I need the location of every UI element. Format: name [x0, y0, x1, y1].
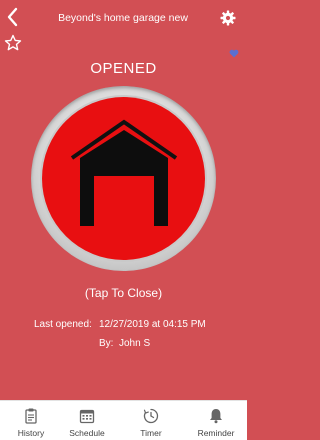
- tab-history[interactable]: History: [0, 401, 62, 440]
- tab-timer[interactable]: Timer: [120, 401, 182, 440]
- tap-to-close-hint: (Tap To Close): [84, 286, 163, 300]
- tab-label: Reminder: [197, 428, 235, 438]
- tab-bar: History Schedule Timer Reminder: [0, 400, 247, 440]
- page-title: Beyond's home garage new: [58, 12, 188, 24]
- last-opened-label: Last opened:: [34, 319, 92, 330]
- by-value: John S: [119, 338, 151, 349]
- top-bar: Beyond's home garage new: [0, 0, 247, 36]
- clipboard-icon: [22, 407, 40, 425]
- star-icon[interactable]: [4, 34, 22, 52]
- bell-icon: [207, 407, 225, 425]
- tab-label: Schedule: [69, 428, 105, 438]
- door-status: OPENED: [90, 60, 157, 77]
- heart-icon[interactable]: [229, 45, 239, 58]
- last-opened-value: 12/27/2019 at 04:15 PM: [99, 319, 206, 330]
- calendar-icon: [78, 407, 96, 425]
- tab-reminder[interactable]: Reminder: [185, 401, 247, 440]
- tab-label: Timer: [140, 428, 162, 438]
- chevron-left-icon[interactable]: [4, 6, 22, 28]
- by-label: By:: [99, 338, 114, 349]
- timer-icon: [142, 407, 160, 425]
- tab-label: History: [17, 428, 45, 438]
- gear-icon[interactable]: [220, 10, 236, 26]
- garage-icon[interactable]: [68, 118, 180, 228]
- tab-schedule[interactable]: Schedule: [56, 401, 118, 440]
